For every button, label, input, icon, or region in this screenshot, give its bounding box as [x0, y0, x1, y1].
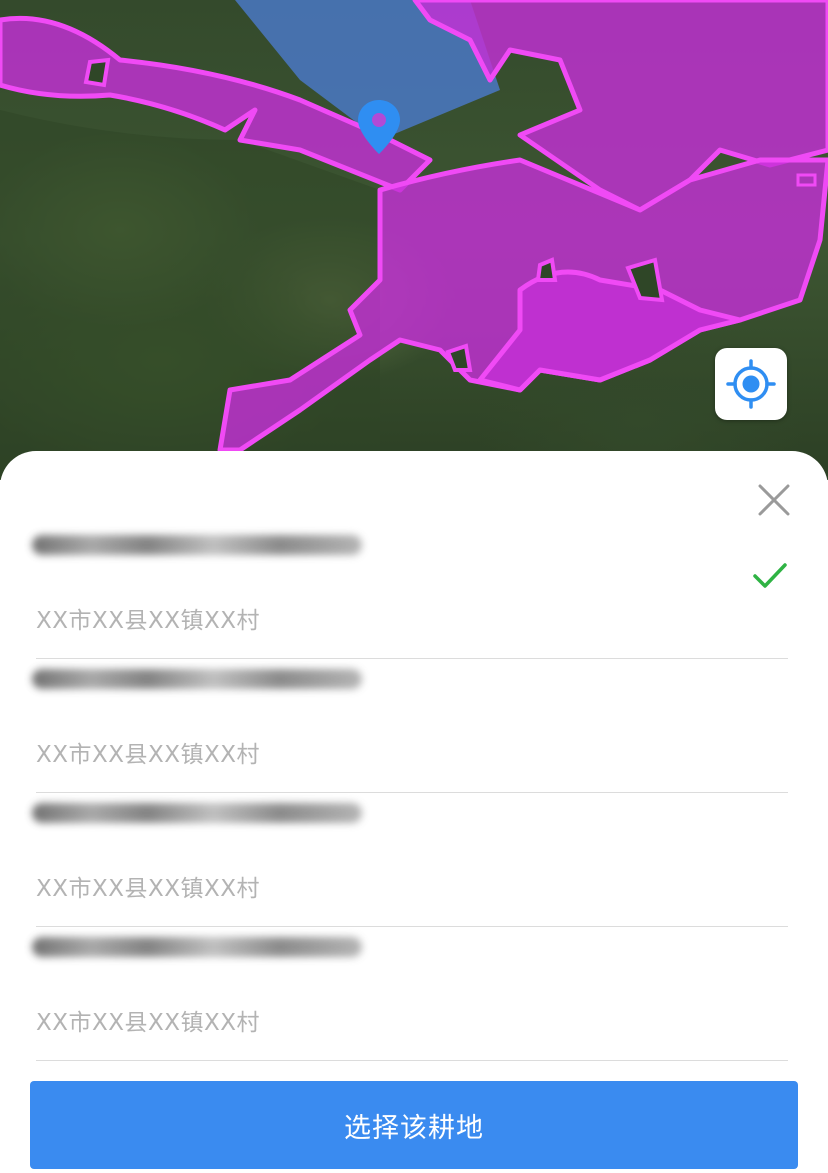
farmland-address: XX市XX县XX镇XX村 [36, 876, 261, 902]
farmland-address: XX市XX县XX镇XX村 [36, 608, 261, 634]
farmland-address: XX市XX县XX镇XX村 [36, 1010, 261, 1036]
crosshair-target-icon [726, 359, 776, 409]
farmland-list-item[interactable]: XX市XX县XX镇XX村 [32, 659, 788, 793]
checkmark-icon [753, 563, 787, 588]
farmland-list-item[interactable]: XX市XX县XX镇XX村 [32, 793, 788, 927]
locate-me-button[interactable] [715, 348, 787, 420]
close-button[interactable] [754, 480, 794, 520]
redacted-farmland-name [32, 669, 362, 689]
farmland-address: XX市XX县XX镇XX村 [36, 742, 261, 768]
farmland-overlay [0, 0, 828, 480]
redacted-farmland-name [32, 937, 362, 957]
location-pin-icon [358, 100, 400, 154]
farmland-list-item[interactable]: XX市XX县XX镇XX村 [32, 525, 788, 659]
redacted-farmland-name [32, 803, 362, 823]
farmland-select-sheet: XX市XX县XX镇XX村 XX市XX县XX镇XX村 XX市XX县XX镇XX村 X… [0, 451, 828, 1173]
close-icon [758, 484, 790, 516]
redacted-farmland-name [32, 535, 362, 555]
select-farmland-button[interactable]: 选择该耕地 [30, 1081, 798, 1169]
satellite-map[interactable] [0, 0, 828, 480]
farmland-list-item[interactable]: XX市XX县XX镇XX村 [32, 927, 788, 1061]
